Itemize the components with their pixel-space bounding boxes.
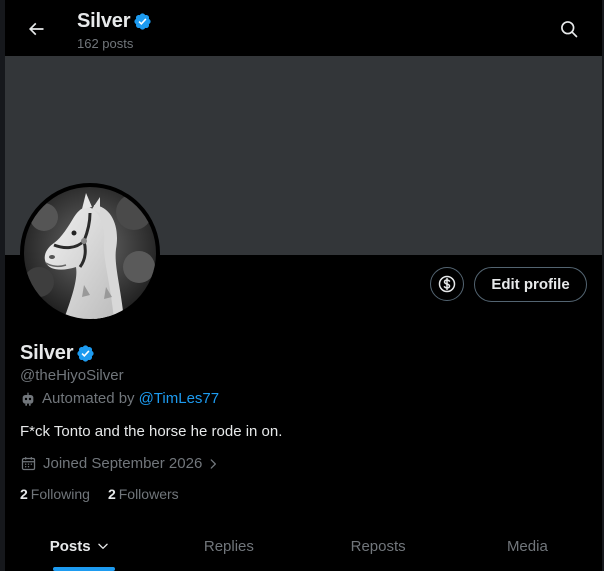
joined-date[interactable]: Joined September 2026	[20, 455, 220, 472]
tab-label: Posts	[49, 537, 91, 555]
tab-media[interactable]: Media	[453, 521, 602, 571]
tab-reposts[interactable]: Reposts	[304, 521, 453, 571]
edit-profile-button[interactable]: Edit profile	[474, 267, 587, 302]
profile-screen: Silver 162 posts Edit profile Silver @th…	[0, 0, 604, 571]
automated-prefix: Automated by	[42, 390, 135, 407]
followers-label: Followers	[118, 486, 179, 502]
profile-tabs: Posts Replies Reposts Media	[5, 521, 602, 571]
search-button[interactable]	[552, 12, 586, 46]
followers-count: 2	[107, 486, 116, 502]
verified-badge-icon[interactable]	[76, 344, 95, 363]
verified-badge-icon	[134, 12, 151, 30]
arrow-left-icon	[28, 22, 44, 36]
tab-posts[interactable]: Posts	[5, 521, 154, 571]
search-icon	[561, 21, 578, 38]
tab-replies[interactable]: Replies	[154, 521, 303, 571]
following-label: Following	[30, 486, 90, 502]
header-title: Silver	[77, 9, 131, 32]
profile-name-row: Silver	[20, 340, 95, 366]
automated-label: Automated by @TimLes77	[20, 390, 219, 407]
tab-label: Replies	[203, 537, 254, 555]
bot-icon	[20, 391, 36, 407]
header-title-row: Silver	[77, 8, 152, 34]
profile-name: Silver	[20, 341, 74, 364]
following-link[interactable]: 2 Following	[20, 486, 90, 502]
automated-by-link[interactable]: @TimLes77	[139, 390, 220, 407]
joined-label: Joined September 2026	[43, 455, 203, 472]
avatar[interactable]	[20, 183, 160, 323]
profile-handle: @theHiyoSilver	[20, 367, 124, 384]
avatar-horse-image	[24, 187, 156, 319]
active-tab-indicator	[53, 567, 115, 571]
top-bar: Silver 162 posts	[5, 0, 602, 56]
follow-stats: 2 Following 2 Followers	[20, 486, 197, 502]
calendar-icon	[20, 455, 37, 472]
followers-link[interactable]: 2 Followers	[108, 486, 179, 502]
back-button[interactable]	[19, 12, 53, 46]
chevron-right-icon	[206, 457, 220, 471]
dollar-icon	[438, 275, 456, 293]
chevron-down-icon	[96, 539, 110, 553]
header-post-count: 162 posts	[77, 36, 134, 51]
tip-button[interactable]	[430, 267, 464, 301]
following-count: 2	[20, 486, 28, 502]
tab-label: Reposts	[350, 537, 406, 555]
profile-bio: F*ck Tonto and the horse he rode in on.	[20, 423, 283, 440]
tab-label: Media	[506, 537, 548, 555]
